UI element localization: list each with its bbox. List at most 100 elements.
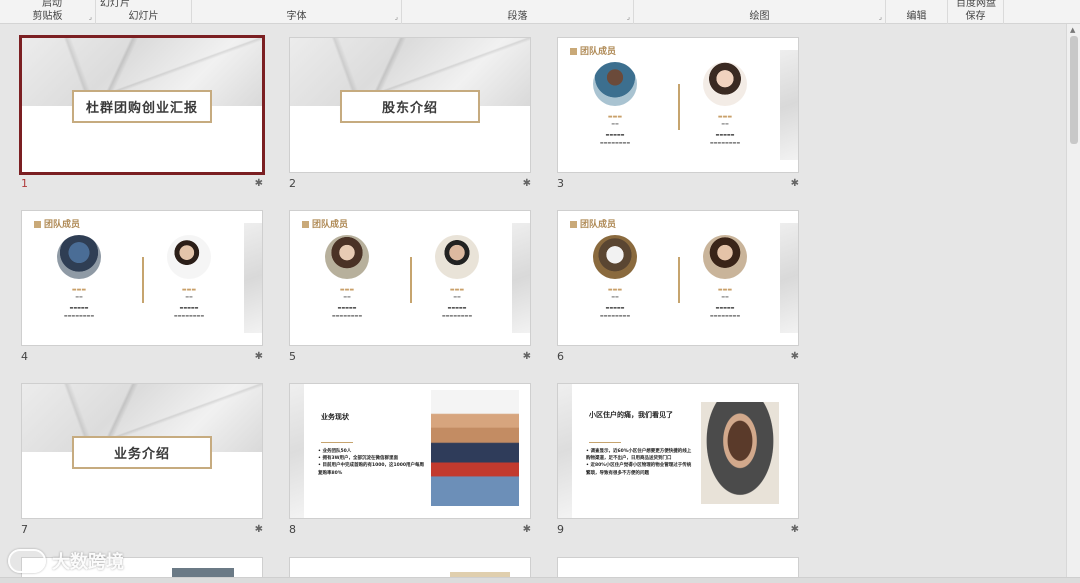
title-rule bbox=[589, 442, 621, 443]
clipboard-group: 启动 剪贴板 ⌟ bbox=[0, 0, 96, 24]
section-header: 团队成员 bbox=[302, 217, 348, 230]
slides-group-label: 幻灯片 bbox=[128, 11, 159, 22]
member-desc-placeholder: ▬▬▬▬▬▬▬▬ bbox=[331, 313, 363, 318]
member-role-placeholder: ▬▬ bbox=[75, 294, 83, 299]
bullet-list: 业务团队50人 拥有3W用户，全部沉淀在微信群里面 目前用户中完成首购的有100… bbox=[318, 448, 426, 477]
dialog-launcher-icon[interactable]: ⌟ bbox=[89, 13, 92, 21]
dialog-launcher-icon[interactable]: ⌟ bbox=[879, 13, 882, 21]
member-tag-placeholder: ▬▬▬▬▬ bbox=[715, 305, 735, 310]
slide-slot-1[interactable]: 杜群团购创业汇报 1 ✱ bbox=[19, 35, 265, 190]
slide-thumbnail[interactable]: 团队成员 ▬▬▬ ▬▬ ▬▬▬▬▬ ▬▬▬▬▬▬▬▬ ▬▬▬ ▬▬ ▬▬▬▬▬ … bbox=[21, 210, 263, 346]
member-photo bbox=[593, 62, 637, 106]
member-desc-placeholder: ▬▬▬▬▬▬▬▬ bbox=[599, 140, 631, 145]
transition-star-icon[interactable]: ✱ bbox=[523, 524, 531, 535]
marble-strip bbox=[558, 384, 572, 518]
slide-slot-9[interactable]: 小区住户的痛，我们看见了 调查显示，近60%小区住户想要更方便快捷的线上购物渠道… bbox=[557, 383, 799, 536]
slide-number: 6 bbox=[557, 350, 564, 363]
transition-star-icon[interactable]: ✱ bbox=[791, 178, 799, 189]
transition-star-icon[interactable]: ✱ bbox=[791, 524, 799, 535]
bullet-item: 近80%小区住户觉得小区物理的物业管理过于传统繁琐，导致有很多不方便的问题 bbox=[586, 462, 694, 476]
slide-title: 股东介绍 bbox=[339, 90, 481, 123]
member-role-placeholder: ▬▬ bbox=[453, 294, 461, 299]
member-name-placeholder: ▬▬▬ bbox=[607, 287, 623, 293]
bullet-item: 目前用户中完成首购的有1000，这1000用户每周复购率80% bbox=[318, 462, 426, 476]
vertical-scrollbar[interactable]: ▲ bbox=[1066, 24, 1080, 577]
slide-thumbnail[interactable] bbox=[557, 557, 799, 577]
member-name-placeholder: ▬▬▬ bbox=[339, 287, 355, 293]
member-desc-placeholder: ▬▬▬▬▬▬▬▬ bbox=[63, 313, 95, 318]
transition-star-icon[interactable]: ✱ bbox=[255, 351, 263, 362]
transition-star-icon[interactable]: ✱ bbox=[255, 524, 263, 535]
member-photo bbox=[167, 235, 211, 279]
member-name-placeholder: ▬▬▬ bbox=[717, 287, 733, 293]
slide-thumbnail[interactable]: 业务介绍 bbox=[21, 383, 263, 519]
team-hands-photo bbox=[431, 390, 519, 506]
watermark: 大数跨境 bbox=[8, 548, 124, 574]
marble-strip bbox=[780, 50, 798, 160]
member-photo bbox=[435, 235, 479, 279]
slide-thumbnail[interactable]: 团队成员 ▬▬▬ ▬▬ ▬▬▬▬▬ ▬▬▬▬▬▬▬▬ ▬▬▬ ▬▬ ▬▬▬▬▬ … bbox=[557, 210, 799, 346]
member-photo bbox=[703, 235, 747, 279]
slide-number: 8 bbox=[289, 523, 296, 536]
scroll-up-icon[interactable]: ▲ bbox=[1070, 26, 1075, 34]
member-tag-placeholder: ▬▬▬▬▬ bbox=[69, 305, 89, 310]
bullet-item: 拥有3W用户，全部沉淀在微信群里面 bbox=[318, 455, 426, 462]
member-tag-placeholder: ▬▬▬▬▬ bbox=[447, 305, 467, 310]
member-photo bbox=[325, 235, 369, 279]
slide-slot-7[interactable]: 业务介绍 7 ✱ bbox=[21, 383, 263, 536]
ribbon: 启动 剪贴板 ⌟ 幻灯片 幻灯片 字体 ⌟ 段落 ⌟ 绘图 ⌟ 编辑 百度网盘 … bbox=[0, 0, 1080, 24]
slide-slot-2[interactable]: 股东介绍 2 ✱ bbox=[289, 37, 531, 190]
font-group-label: 字体 bbox=[286, 11, 307, 22]
marble-strip bbox=[780, 223, 798, 333]
member-role-placeholder: ▬▬ bbox=[343, 294, 351, 299]
transition-star-icon[interactable]: ✱ bbox=[523, 351, 531, 362]
slide-slot-8[interactable]: 业务现状 业务团队50人 拥有3W用户，全部沉淀在微信群里面 目前用户中完成首购… bbox=[289, 383, 531, 536]
title-rule bbox=[321, 442, 353, 443]
slide-slot-6[interactable]: 团队成员 ▬▬▬ ▬▬ ▬▬▬▬▬ ▬▬▬▬▬▬▬▬ ▬▬▬ ▬▬ ▬▬▬▬▬ … bbox=[557, 210, 799, 363]
slide-thumbnail[interactable]: 杜群团购创业汇报 bbox=[19, 35, 265, 175]
transition-star-icon[interactable]: ✱ bbox=[791, 351, 799, 362]
member-name-placeholder: ▬▬▬ bbox=[717, 114, 733, 120]
member-name-placeholder: ▬▬▬ bbox=[449, 287, 465, 293]
slide-title: 杜群团购创业汇报 bbox=[71, 90, 213, 123]
section-header: 团队成员 bbox=[570, 217, 616, 230]
member-tag-placeholder: ▬▬▬▬▬ bbox=[605, 132, 625, 137]
marble-strip bbox=[512, 223, 530, 333]
member-photo bbox=[593, 235, 637, 279]
member-photo bbox=[703, 62, 747, 106]
status-bar bbox=[0, 577, 1080, 583]
slide-slot-12[interactable] bbox=[557, 557, 799, 577]
slide-slot-4[interactable]: 团队成员 ▬▬▬ ▬▬ ▬▬▬▬▬ ▬▬▬▬▬▬▬▬ ▬▬▬ ▬▬ ▬▬▬▬▬ … bbox=[21, 210, 263, 363]
slide-slot-3[interactable]: 团队成员 ▬▬▬ ▬▬ ▬▬▬▬▬ ▬▬▬▬▬▬▬▬ ▬▬▬ ▬▬ ▬▬▬▬▬ … bbox=[557, 37, 799, 190]
slide-number: 7 bbox=[21, 523, 28, 536]
scrollbar-thumb[interactable] bbox=[1070, 36, 1078, 144]
slide-thumbnail[interactable]: 团队成员 ▬▬▬ ▬▬ ▬▬▬▬▬ ▬▬▬▬▬▬▬▬ ▬▬▬ ▬▬ ▬▬▬▬▬ … bbox=[289, 210, 531, 346]
dialog-launcher-icon[interactable]: ⌟ bbox=[395, 13, 398, 21]
slide-slot-5[interactable]: 团队成员 ▬▬▬ ▬▬ ▬▬▬▬▬ ▬▬▬▬▬▬▬▬ ▬▬▬ ▬▬ ▬▬▬▬▬ … bbox=[289, 210, 531, 363]
slide-thumbnail[interactable]: 业务现状 业务团队50人 拥有3W用户，全部沉淀在微信群里面 目前用户中完成首购… bbox=[289, 383, 531, 519]
drawing-group-label: 绘图 bbox=[749, 11, 770, 22]
slide-sorter[interactable]: 杜群团购创业汇报 1 ✱ 股东介绍 2 ✱ 团队成员 ▬▬▬ ▬▬ ▬▬▬▬▬ … bbox=[0, 24, 1066, 577]
slide-number: 5 bbox=[289, 350, 296, 363]
slide-thumbnail[interactable]: 团队成员 ▬▬▬ ▬▬ ▬▬▬▬▬ ▬▬▬▬▬▬▬▬ ▬▬▬ ▬▬ ▬▬▬▬▬ … bbox=[557, 37, 799, 173]
font-group: 字体 ⌟ bbox=[192, 0, 402, 24]
transition-star-icon[interactable]: ✱ bbox=[523, 178, 531, 189]
watermark-logo-icon bbox=[8, 549, 46, 573]
section-header: 团队成员 bbox=[570, 44, 616, 57]
member-desc-placeholder: ▬▬▬▬▬▬▬▬ bbox=[173, 313, 205, 318]
slide-thumbnail[interactable]: 小区住户的痛，我们看见了 调查显示，近60%小区住户想要更方便快捷的线上购物渠道… bbox=[557, 383, 799, 519]
member-role-placeholder: ▬▬ bbox=[185, 294, 193, 299]
member-tag-placeholder: ▬▬▬▬▬ bbox=[179, 305, 199, 310]
slide-thumbnail[interactable]: 股东介绍 bbox=[289, 37, 531, 173]
member-role-placeholder: ▬▬ bbox=[721, 121, 729, 126]
dialog-launcher-icon[interactable]: ⌟ bbox=[627, 13, 630, 21]
bullet-item: 业务团队50人 bbox=[318, 448, 426, 455]
member-tag-placeholder: ▬▬▬▬▬ bbox=[715, 132, 735, 137]
transition-star-icon[interactable]: ✱ bbox=[255, 178, 263, 189]
member-name-placeholder: ▬▬▬ bbox=[181, 287, 197, 293]
slide-slot-11[interactable] bbox=[289, 557, 531, 577]
slide-title: 小区住户的痛，我们看见了 bbox=[589, 411, 673, 419]
member-role-placeholder: ▬▬ bbox=[611, 294, 619, 299]
watermark-text: 大数跨境 bbox=[52, 552, 124, 573]
slide-thumbnail[interactable] bbox=[289, 557, 531, 577]
